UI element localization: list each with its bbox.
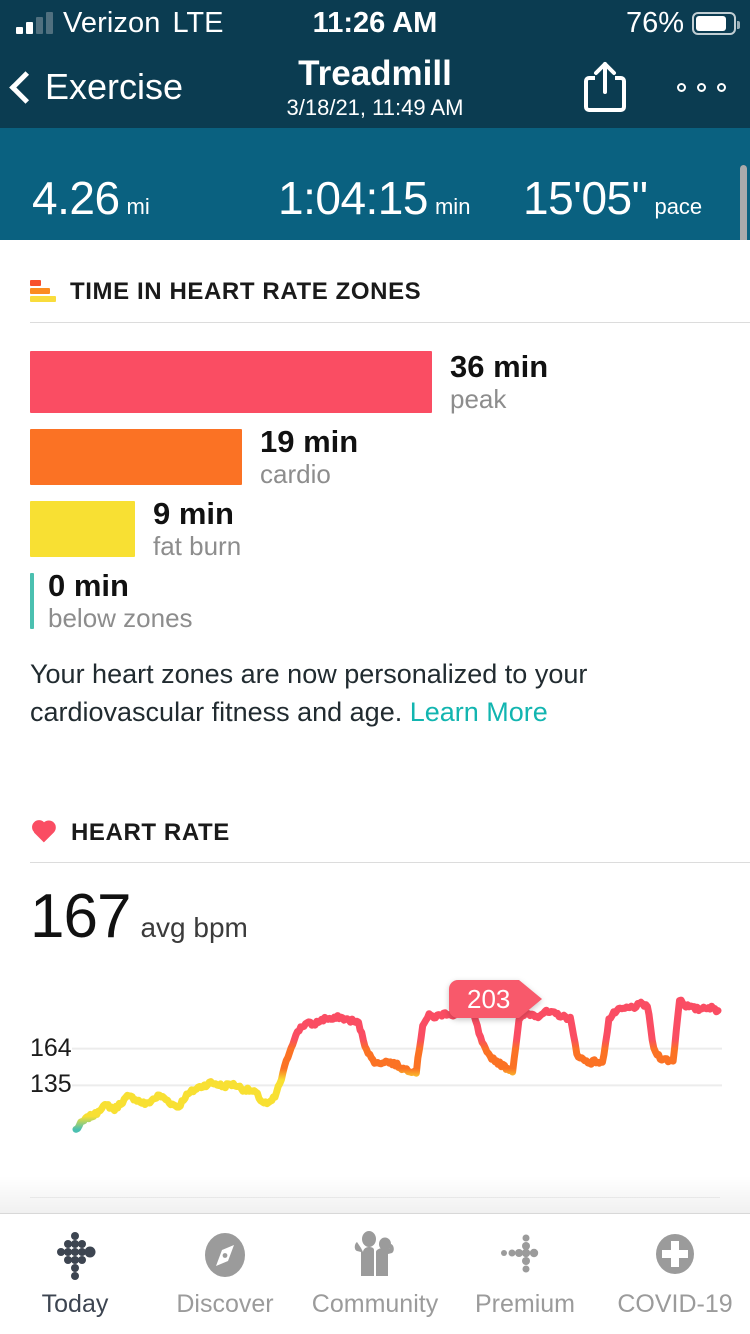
- tab-discover[interactable]: Discover: [150, 1214, 300, 1334]
- heart-icon: [30, 821, 57, 846]
- heart-rate-series-path: [72, 996, 722, 1133]
- callout-arrow-icon: [519, 980, 543, 1018]
- battery-icon: [692, 11, 740, 35]
- zone-bar-peak: [30, 351, 432, 413]
- learn-more-link[interactable]: Learn More: [410, 697, 548, 727]
- share-button[interactable]: [584, 46, 626, 128]
- status-bar-right: 76%: [625, 0, 740, 46]
- zone-row-below-zones[interactable]: 0 min below zones: [0, 569, 750, 634]
- status-bar: Verizon LTE 11:26 AM 76%: [0, 0, 750, 46]
- zones-section-header: TIME IN HEART RATE ZONES: [0, 278, 750, 306]
- zones-note: Your heart zones are now personalized to…: [0, 655, 750, 731]
- compass-icon: [198, 1230, 252, 1284]
- tab-community[interactable]: Community: [300, 1214, 450, 1334]
- zone-text-below-zones: 0 min below zones: [48, 569, 193, 634]
- zone-row-fat-burn[interactable]: 9 min fat burn: [0, 497, 750, 562]
- page-subtitle: 3/18/21, 11:49 AM: [286, 94, 464, 120]
- zone-minutes-below-zones: 0 min: [48, 568, 129, 603]
- tab-today-label: Today: [41, 1289, 109, 1318]
- stat-duration: 1:04:15 min: [278, 171, 470, 225]
- tab-discover-label: Discover: [176, 1289, 274, 1318]
- navigation-bar: Exercise Treadmill 3/18/21, 11:49 AM: [0, 46, 750, 128]
- stat-distance: 4.26 mi: [32, 171, 150, 225]
- zone-name-peak: peak: [450, 384, 507, 414]
- page-title: Treadmill: [298, 53, 452, 93]
- nav-title-block: Treadmill 3/18/21, 11:49 AM: [0, 46, 750, 128]
- zone-bar-fat-burn: [30, 501, 135, 557]
- zone-bar-below-zones: [30, 573, 34, 629]
- zones-section-title: TIME IN HEART RATE ZONES: [70, 278, 422, 305]
- heart-rate-average-unit: avg bpm: [140, 912, 248, 943]
- y-axis-tick-164: 164: [30, 1033, 72, 1062]
- stat-pace: 15'05" pace: [523, 171, 702, 225]
- zone-text-fat-burn: 9 min fat burn: [153, 497, 241, 562]
- stat-duration-value: 1:04:15: [278, 172, 428, 224]
- zone-text-cardio: 19 min cardio: [260, 425, 358, 490]
- premium-dots-icon: [498, 1230, 552, 1284]
- zone-minutes-cardio: 19 min: [260, 424, 359, 459]
- zone-minutes-peak: 36 min: [450, 349, 549, 384]
- more-options-button[interactable]: [677, 46, 726, 128]
- heart-rate-average-value: 167: [30, 882, 131, 951]
- tab-community-label: Community: [311, 1289, 439, 1318]
- heart-rate-section-title: HEART RATE: [71, 819, 230, 846]
- more-dot-2: [697, 82, 706, 92]
- heart-rate-section-header: HEART RATE: [0, 819, 750, 847]
- zone-bar-cardio: [30, 429, 242, 485]
- stat-pace-unit: pace: [654, 194, 703, 219]
- zone-name-below-zones: below zones: [48, 603, 193, 633]
- scroll-content: TIME IN HEART RATE ZONES 36 min peak 19 …: [0, 240, 750, 1214]
- workout-summary-strip: 4.26 mi 1:04:15 min 15'05" pace: [0, 128, 750, 240]
- stat-duration-unit: min: [434, 194, 471, 219]
- zone-text-peak: 36 min peak: [450, 349, 549, 415]
- stat-distance-value: 4.26: [32, 172, 120, 224]
- heart-rate-line-chart-svg: [72, 996, 722, 1133]
- people-icon: [348, 1230, 402, 1284]
- more-dot-3: [717, 82, 726, 92]
- content-fade-overlay: [0, 1176, 750, 1214]
- more-dot-1: [677, 82, 686, 92]
- zones-bars-icon: [30, 279, 56, 305]
- app-screen: Verizon LTE 11:26 AM 76% Exercise Treadm…: [0, 0, 750, 1334]
- peak-heart-rate-callout: 203: [449, 980, 543, 1018]
- zone-row-cardio[interactable]: 19 min cardio: [0, 425, 750, 490]
- zone-name-fat-burn: fat burn: [153, 531, 242, 561]
- stat-distance-unit: mi: [126, 194, 150, 219]
- medical-plus-icon: [648, 1230, 702, 1284]
- zone-row-peak[interactable]: 36 min peak: [0, 349, 750, 415]
- heart-rate-average: 167 avg bpm: [0, 881, 750, 952]
- battery-percent-label: 76%: [625, 6, 684, 39]
- peak-heart-rate-callout-value: 203: [449, 980, 520, 1018]
- stat-pace-value: 15'05": [523, 172, 648, 224]
- today-dots-icon: [48, 1230, 102, 1284]
- tab-today[interactable]: Today: [0, 1214, 150, 1334]
- y-axis-tick-135: 135: [30, 1070, 72, 1099]
- zone-name-cardio: cardio: [260, 459, 331, 489]
- tab-covid19-label: COVID-19: [617, 1289, 733, 1318]
- tab-premium[interactable]: Premium: [450, 1214, 600, 1334]
- heart-rate-zones-list: 36 min peak 19 min cardio 9 min fat burn: [0, 349, 750, 634]
- tab-premium-label: Premium: [474, 1289, 575, 1318]
- share-up-arrow-icon: [584, 62, 626, 112]
- heart-rate-chart[interactable]: 164 135 203: [0, 976, 750, 1191]
- bottom-tab-bar: Today Discover Community Premium COVID-1…: [0, 1213, 750, 1334]
- zone-minutes-fat-burn: 9 min: [153, 496, 234, 531]
- tab-covid19[interactable]: COVID-19: [600, 1214, 750, 1334]
